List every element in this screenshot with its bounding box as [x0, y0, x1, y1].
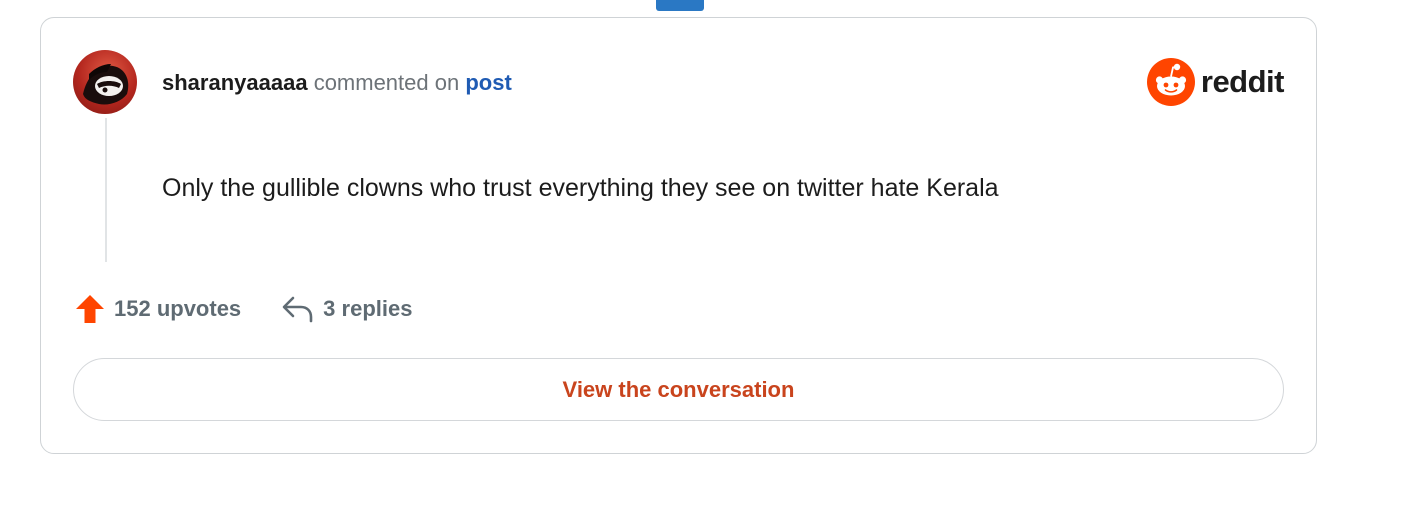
view-conversation-button[interactable]: View the conversation [73, 358, 1284, 421]
reddit-wordmark: reddit [1200, 64, 1285, 99]
comment-body: Only the gullible clowns who trust every… [162, 174, 999, 202]
comment-header: sharanyaaaaa commented on post [162, 68, 512, 98]
reddit-snoo-icon [1146, 58, 1195, 106]
reddit-embed-card: sharanyaaaaa commented on post reddit On… [40, 17, 1317, 454]
thread-line [105, 118, 107, 262]
upvotes-label: 152 upvotes [114, 296, 242, 321]
upvote-arrow-icon [76, 295, 104, 323]
comment-stats: 152 upvotes 3 replies [74, 293, 412, 325]
commented-on-text: commented on [313, 70, 460, 95]
avatar[interactable] [73, 50, 137, 114]
reply-arrow-icon [282, 296, 313, 323]
upvotes-stat[interactable]: 152 upvotes [74, 293, 241, 325]
reddit-logo[interactable]: reddit [1146, 58, 1285, 106]
username-link[interactable]: sharanyaaaaa [162, 70, 308, 95]
replies-label: 3 replies [323, 296, 413, 321]
avatar-image [83, 64, 129, 105]
replies-stat[interactable]: 3 replies [281, 295, 412, 323]
top-tab-indicator [656, 0, 704, 11]
post-link[interactable]: post [465, 70, 511, 95]
